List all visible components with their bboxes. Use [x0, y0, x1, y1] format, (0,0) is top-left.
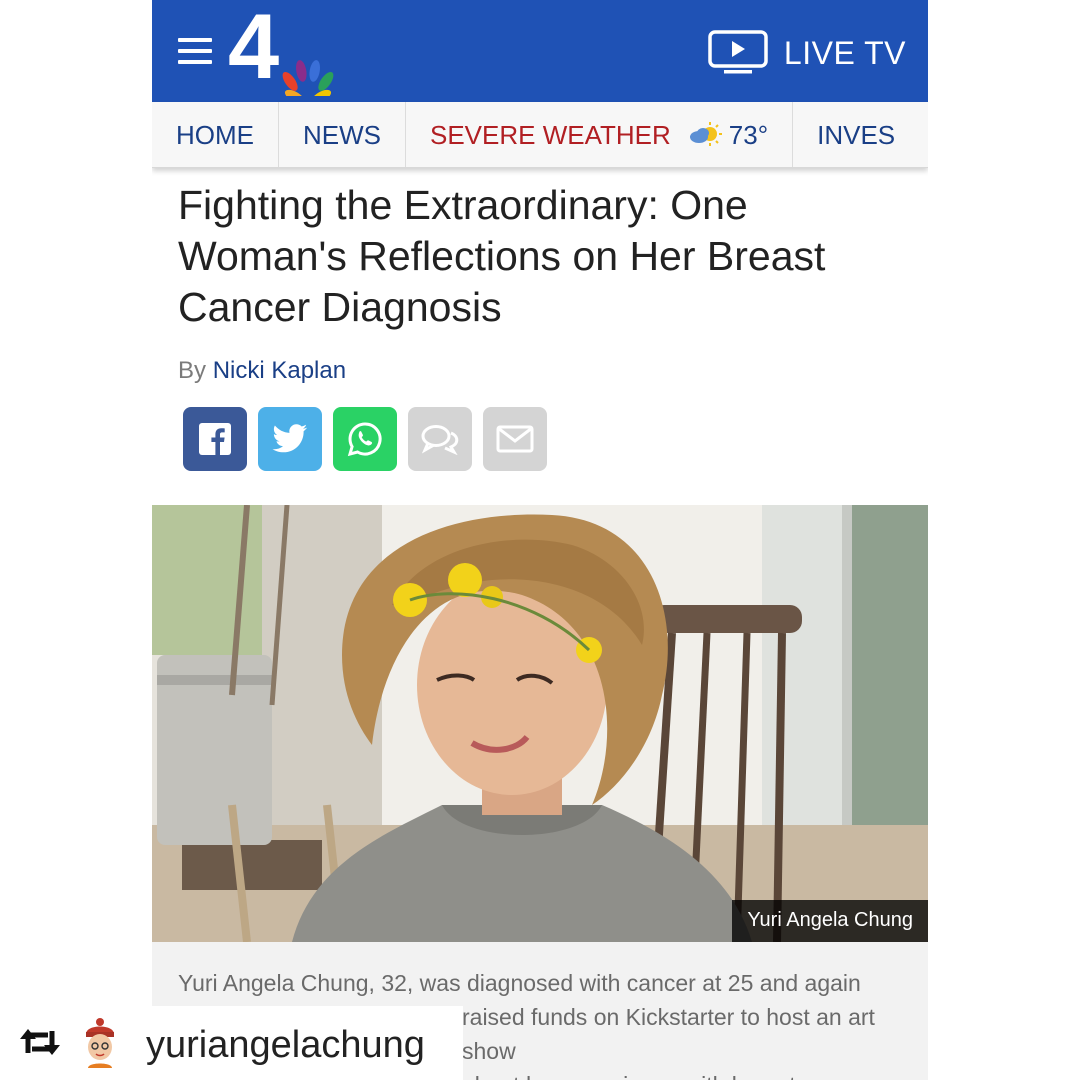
article-frame: 4 LIVE TV HOME NEWS SEVERE WEATHER 73° I… — [152, 0, 928, 1080]
nav-item-severe-weather[interactable]: SEVERE WEATHER 73° — [406, 102, 794, 167]
tv-play-icon — [708, 30, 768, 74]
nav-label: NEWS — [303, 119, 381, 150]
nav-item-investigations[interactable]: INVES — [793, 102, 919, 167]
live-tv-button[interactable]: LIVE TV — [708, 28, 906, 78]
twitter-icon — [272, 424, 308, 453]
article-headline: Fighting the Extraordinary: One Woman's … — [178, 182, 826, 330]
live-tv-label: LIVE TV — [783, 34, 906, 71]
facebook-icon — [199, 423, 231, 455]
article-image — [152, 505, 928, 942]
author-link[interactable]: Nicki Kaplan — [213, 357, 346, 384]
twitter-share-button[interactable] — [258, 407, 322, 471]
svg-text:4: 4 — [228, 6, 279, 96]
weather-temp: 73° — [728, 119, 769, 150]
photo-credit: Yuri Angela Chung — [732, 900, 928, 942]
nbc4-logo[interactable]: 4 — [228, 6, 338, 96]
email-share-button[interactable] — [483, 407, 547, 471]
caption-line: Yuri Angela Chung, 32, was diagnosed wit… — [178, 970, 861, 996]
nav-label: SEVERE WEATHER — [430, 119, 671, 150]
nav-label: INVES — [817, 119, 896, 150]
repost-banner: yuriangelachung — [0, 1006, 463, 1080]
nav-label: HOME — [176, 119, 254, 150]
partly-cloudy-icon — [689, 122, 722, 146]
whatsapp-share-button[interactable] — [333, 407, 397, 471]
site-header: 4 LIVE TV — [152, 0, 928, 102]
byline: By Nicki Kaplan — [178, 357, 346, 385]
repost-username[interactable]: yuriangelachung — [146, 1024, 425, 1067]
byline-prefix: By — [178, 357, 207, 384]
nav-item-home[interactable]: HOME — [152, 102, 279, 167]
menu-icon[interactable] — [178, 38, 212, 64]
share-bar — [183, 407, 547, 471]
repost-icon — [20, 1029, 60, 1055]
facebook-share-button[interactable] — [183, 407, 247, 471]
section-nav: HOME NEWS SEVERE WEATHER 73° INVES — [152, 102, 928, 168]
whatsapp-icon — [347, 422, 382, 457]
email-icon — [496, 425, 534, 453]
weather-widget[interactable]: 73° — [689, 120, 768, 151]
comment-icon — [421, 425, 459, 455]
article-photo[interactable]: Yuri Angela Chung — [152, 505, 928, 942]
nav-item-news[interactable]: NEWS — [279, 102, 406, 167]
comments-button[interactable] — [408, 407, 472, 471]
avatar[interactable] — [80, 1018, 120, 1068]
